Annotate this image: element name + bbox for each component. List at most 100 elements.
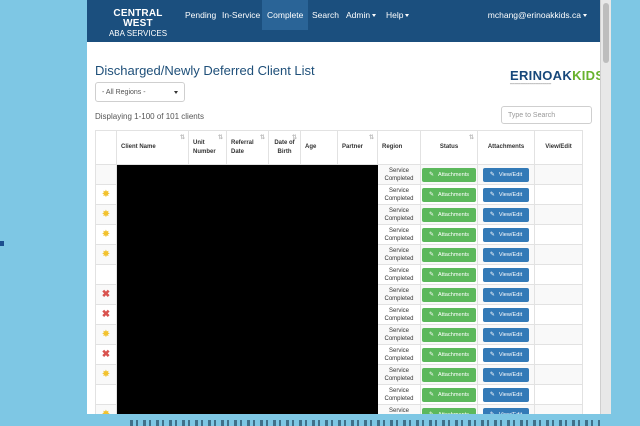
brand-line1: CENTRAL WEST	[113, 8, 163, 29]
status-cell: ✎Attachments	[420, 304, 478, 325]
region-status-text: Service Completed	[377, 304, 421, 325]
attachments-cell: ✎View/Edit	[477, 364, 535, 385]
table-row: ✸Service Completed✎Attachments✎View/Edit	[95, 204, 583, 225]
display-count: Displaying 1-100 of 101 clients	[95, 112, 204, 121]
sort-icon[interactable]: ⇅	[292, 135, 297, 141]
view-edit-button[interactable]: ✎View/Edit	[483, 327, 529, 342]
edit-icon: ✎	[489, 191, 495, 198]
unit-number-cell-redacted	[188, 184, 227, 205]
sort-icon[interactable]: ⇅	[260, 135, 265, 141]
sort-icon[interactable]: ⇅	[218, 135, 223, 141]
nav-admin[interactable]: Admin	[341, 0, 381, 30]
attachments-cell: ✎View/Edit	[477, 264, 535, 285]
header-label: Attachments	[487, 144, 525, 150]
header-age[interactable]: Age	[300, 130, 338, 165]
header-client-name[interactable]: Client Name ⇅	[116, 130, 189, 165]
attachments-button[interactable]: ✎Attachments	[422, 187, 476, 202]
view-edit-button[interactable]: ✎View/Edit	[483, 187, 529, 202]
paperclip-icon: ✎	[428, 391, 434, 398]
row-icon-cell: ✸	[95, 364, 117, 385]
age-cell-redacted	[300, 244, 338, 265]
age-cell-redacted	[300, 184, 338, 205]
client-name-cell-redacted	[116, 284, 189, 305]
header-referral-date[interactable]: Referral Date ⇅	[226, 130, 269, 165]
sort-icon[interactable]: ⇅	[369, 135, 374, 141]
attachments-button[interactable]: ✎Attachments	[422, 267, 476, 282]
paperclip-icon: ✎	[428, 251, 434, 258]
attachments-button[interactable]: ✎Attachments	[422, 207, 476, 222]
region-status-text: Service Completed	[377, 204, 421, 225]
header-attachments: Attachments	[477, 130, 535, 165]
search-input[interactable]: Type to Search	[501, 106, 592, 124]
view-edit-label: View/Edit	[498, 331, 523, 338]
sort-icon[interactable]: ⇅	[180, 135, 185, 141]
view-edit-button[interactable]: ✎View/Edit	[483, 307, 529, 322]
age-cell-redacted	[300, 284, 338, 305]
unit-number-cell-redacted	[188, 364, 227, 385]
edit-icon: ✎	[489, 311, 495, 318]
attachments-label: Attachments	[437, 191, 470, 198]
view-edit-button[interactable]: ✎View/Edit	[483, 287, 529, 302]
view-edit-button[interactable]: ✎View/Edit	[483, 167, 529, 182]
region-status-text: Service Completed	[377, 264, 421, 285]
region-status-text: Service Completed	[377, 344, 421, 365]
nav-help[interactable]: Help	[381, 0, 414, 30]
brand-logo[interactable]: CENTRAL WEST ABA SERVICES	[101, 9, 175, 38]
attachments-cell: ✎View/Edit	[477, 344, 535, 365]
unit-number-cell-redacted	[188, 264, 227, 285]
user-menu[interactable]: mchang@erinoakkids.ca	[488, 0, 587, 30]
dob-cell-redacted	[268, 364, 301, 385]
attachments-button[interactable]: ✎Attachments	[422, 327, 476, 342]
dob-cell-redacted	[268, 244, 301, 265]
edit-icon: ✎	[489, 231, 495, 238]
age-cell-redacted	[300, 264, 338, 285]
sort-icon[interactable]: ⇅	[469, 135, 474, 141]
attachments-button[interactable]: ✎Attachments	[422, 347, 476, 362]
nav-pending[interactable]: Pending	[180, 0, 221, 30]
nav-in-service[interactable]: In-Service	[217, 0, 265, 30]
attachments-button[interactable]: ✎Attachments	[422, 387, 476, 402]
nav-search[interactable]: Search	[307, 0, 344, 30]
row-icon-cell: ✖	[95, 304, 117, 325]
bottom-artifact	[130, 420, 600, 426]
header-partner[interactable]: Partner ⇅	[337, 130, 378, 165]
region-select[interactable]: - All Regions -	[95, 82, 185, 102]
client-name-cell-redacted	[116, 164, 189, 185]
paperclip-icon: ✎	[428, 191, 434, 198]
header-region[interactable]: Region	[377, 130, 421, 165]
row-icon-cell: ✖	[95, 344, 117, 365]
row-icon-cell: ✖	[95, 284, 117, 305]
scrollbar[interactable]	[600, 0, 611, 426]
nav-complete[interactable]: Complete	[262, 0, 309, 30]
attachments-button[interactable]: ✎Attachments	[422, 287, 476, 302]
view-edit-button[interactable]: ✎View/Edit	[483, 267, 529, 282]
header-label: Referral Date	[231, 139, 254, 155]
view-edit-button[interactable]: ✎View/Edit	[483, 247, 529, 262]
paperclip-icon: ✎	[428, 311, 434, 318]
view-edit-button[interactable]: ✎View/Edit	[483, 387, 529, 402]
scroll-thumb[interactable]	[603, 3, 609, 63]
status-cell: ✎Attachments	[420, 244, 478, 265]
header-unit-number[interactable]: Unit Number ⇅	[188, 130, 227, 165]
view-edit-button[interactable]: ✎View/Edit	[483, 367, 529, 382]
attachments-button[interactable]: ✎Attachments	[422, 367, 476, 382]
attachments-button[interactable]: ✎Attachments	[422, 247, 476, 262]
referral-date-cell-redacted	[226, 384, 269, 405]
table-body: Service Completed ✎ Attachments ✎ View/Edit ✸…	[95, 164, 583, 425]
edit-icon: ✎	[489, 171, 495, 178]
view-edit-button[interactable]: ✎View/Edit	[483, 227, 529, 242]
header-status[interactable]: Status ⇅	[420, 130, 478, 165]
attachments-button[interactable]: ✎Attachments	[422, 167, 476, 182]
view-edit-cell	[534, 384, 583, 405]
nav-label: Admin	[346, 10, 371, 20]
attachments-button[interactable]: ✎Attachments	[422, 227, 476, 242]
x-mark-icon: ✖	[101, 288, 111, 300]
age-cell-redacted	[300, 384, 338, 405]
attachments-cell: ✎View/Edit	[477, 284, 535, 305]
attachments-button[interactable]: ✎Attachments	[422, 307, 476, 322]
view-edit-button[interactable]: ✎View/Edit	[483, 207, 529, 222]
header-dob[interactable]: Date of Birth ⇅	[268, 130, 301, 165]
view-edit-button[interactable]: ✎View/Edit	[483, 347, 529, 362]
age-cell-redacted	[300, 204, 338, 225]
attachments-label: Attachments	[437, 371, 470, 378]
